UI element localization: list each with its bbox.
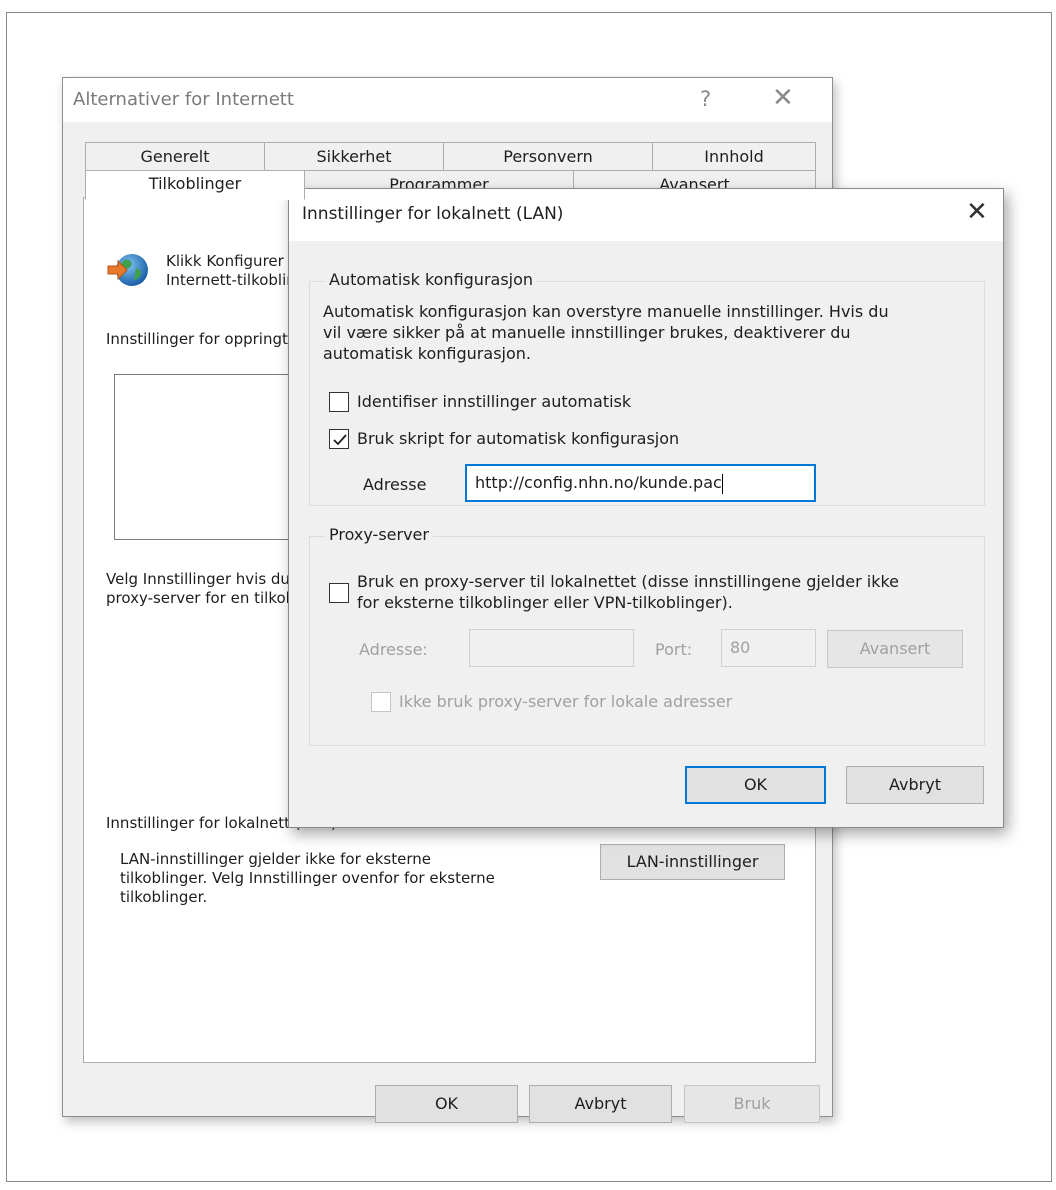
auto-detect-checkbox[interactable]: [329, 392, 349, 412]
tab-tilkoblinger[interactable]: Tilkoblinger: [85, 170, 305, 200]
tab-generelt[interactable]: Generelt: [85, 142, 265, 172]
script-address-value: http://config.nhn.no/kunde.pac: [475, 473, 722, 492]
help-icon[interactable]: ?: [700, 87, 711, 111]
lan-settings-button[interactable]: LAN-innstillinger: [600, 844, 785, 880]
auto-config-group-title: Automatisk konfigurasjon: [325, 270, 538, 289]
script-address-label: Adresse: [363, 475, 427, 494]
lan-info-text-line3: tilkoblinger.: [120, 888, 208, 906]
apply-button[interactable]: Bruk: [684, 1085, 820, 1123]
lan-dialog-title: Innstillinger for lokalnett (LAN): [302, 204, 564, 224]
proxy-address-label: Adresse:: [359, 640, 428, 659]
bypass-local-label[interactable]: Ikke bruk proxy-server for lokale adress…: [399, 691, 732, 712]
bypass-local-checkbox[interactable]: [371, 692, 391, 712]
lan-info-text: LAN-innstillinger gjelder ikke for ekste…: [120, 850, 431, 868]
internet-options-title: Alternativer for Internett: [73, 89, 294, 110]
auto-config-description: Automatisk konfigurasjon kan overstyre m…: [323, 302, 889, 321]
auto-config-description-line2: vil være sikker på at manuelle innstilli…: [323, 323, 851, 342]
proxy-address-input[interactable]: [469, 629, 634, 667]
use-proxy-checkbox[interactable]: [329, 583, 349, 603]
tab-innhold[interactable]: Innhold: [652, 142, 816, 172]
auto-detect-label[interactable]: Identifiser innstillinger automatisk: [357, 391, 631, 412]
lan-info-text-line2: tilkoblinger. Velg Innstillinger ovenfor…: [120, 869, 495, 887]
text-caret: [721, 473, 723, 494]
use-script-label[interactable]: Bruk skript for automatisk konfigurasjon: [357, 428, 679, 449]
lan-settings-dialog: Innstillinger for lokalnett (LAN) ✕ Auto…: [288, 188, 1004, 828]
checkmark-icon: [333, 434, 347, 446]
tab-sikkerhet[interactable]: Sikkerhet: [264, 142, 444, 172]
lan-dialog-titlebar[interactable]: Innstillinger for lokalnett (LAN) ✕: [289, 189, 1003, 241]
use-script-checkbox[interactable]: [329, 429, 349, 449]
cancel-button[interactable]: Avbryt: [529, 1085, 672, 1123]
use-proxy-label[interactable]: Bruk en proxy-server til lokalnettet (di…: [357, 571, 899, 592]
ok-button[interactable]: OK: [375, 1085, 518, 1123]
lan-ok-button[interactable]: OK: [685, 766, 826, 804]
close-icon[interactable]: ✕: [966, 197, 988, 227]
lan-cancel-button[interactable]: Avbryt: [846, 766, 984, 804]
auto-config-description-line3: automatisk konfigurasjon.: [323, 344, 531, 363]
tab-personvern[interactable]: Personvern: [443, 142, 653, 172]
proxy-server-group-title: Proxy-server: [325, 525, 433, 544]
globe-network-icon: [106, 250, 150, 290]
port-label: Port:: [655, 640, 693, 659]
advanced-button[interactable]: Avansert: [827, 630, 963, 668]
port-input[interactable]: 80: [721, 629, 816, 667]
use-proxy-label-line2[interactable]: for eksterne tilkoblinger eller VPN-tilk…: [357, 592, 733, 613]
close-icon[interactable]: ✕: [772, 83, 794, 113]
internet-options-titlebar[interactable]: Alternativer for Internett ? ✕: [63, 78, 832, 122]
script-address-input[interactable]: http://config.nhn.no/kunde.pac: [465, 464, 816, 502]
vpn-connection-list[interactable]: [114, 374, 314, 540]
